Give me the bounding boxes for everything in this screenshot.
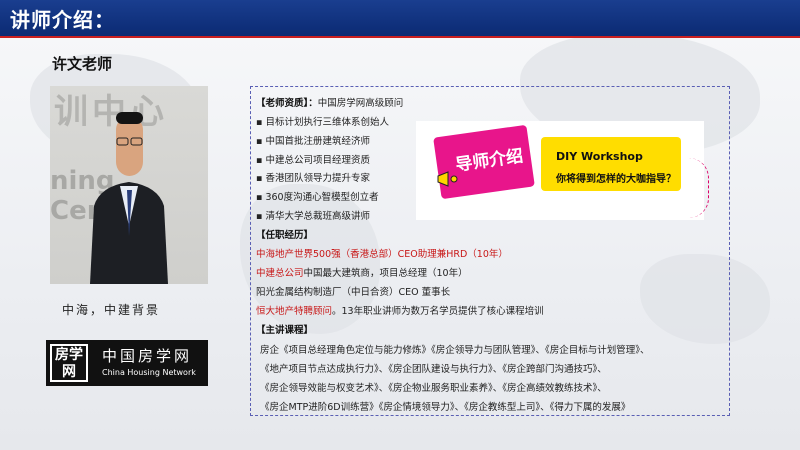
- person-figure: [90, 112, 168, 284]
- logo-chinese-text: 中国房学网: [102, 347, 193, 365]
- list-item: ▪ 香港团队领导力提升专家: [256, 173, 370, 184]
- experience-highlight: 中海地产世界500强（香港总部）CEO助理兼HRD（10年）: [256, 249, 508, 260]
- qualification-item: 中建总公司项目经理资质: [265, 155, 370, 166]
- teacher-caption: 中海，中建背景: [62, 303, 161, 317]
- diy-title: DIY Workshop: [556, 150, 643, 163]
- course-line: 《房企领导效能与权变艺术》、《房企物业服务职业素养》、《房企高绩效教练技术》、: [260, 383, 607, 394]
- qualification-item: 中国首批注册建筑经济师: [265, 136, 370, 147]
- course-line: 《房企MTP进阶6D训练营》《房企情境领导力》、《房企教练型上司》、《得力下属的…: [260, 402, 631, 413]
- list-item: ▪ 目标计划执行三维体系创始人: [256, 117, 389, 128]
- diy-subtitle: 你将得到怎样的大咖指导？: [556, 174, 676, 185]
- qualification-item: 清华大学总裁班高级讲师: [265, 211, 370, 222]
- experience-item: 恒大地产特聘顾问。13年职业讲师为数万名学员提供了核心课程培训: [256, 303, 544, 317]
- teacher-name: 许文老师: [52, 55, 113, 73]
- experience-item: 中海地产世界500强（香港总部）CEO助理兼HRD（10年）: [256, 246, 508, 260]
- experience-text: 。13年职业讲师为数万名学员提供了核心课程培训: [332, 306, 544, 317]
- megaphone-icon: [437, 171, 458, 187]
- experience-text: 阳光金属结构制造厂（中日合资）CEO 董事长: [256, 287, 451, 298]
- logo-mark: 房学网: [50, 344, 88, 382]
- qualifications-heading: 【老师资质】：: [256, 98, 318, 109]
- qualification-item: 香港团队领导力提升专家: [265, 173, 370, 184]
- qualifications-heading-line: 【老师资质】：中国房学网高级顾问: [256, 95, 403, 109]
- qualifications-heading-value: 中国房学网高级顾问: [317, 98, 404, 109]
- experience-heading: 【任职经历】: [256, 230, 314, 241]
- experience-highlight: 中建总公司: [256, 268, 304, 279]
- qualification-item: 目标计划执行三维体系创始人: [265, 117, 389, 128]
- course-line: 房企《项目总经理角色定位与能力修炼》《房企领导力与团队管理》、《房企目标与计划管…: [260, 345, 650, 356]
- list-item: ▪ 清华大学总裁班高级讲师: [256, 211, 370, 222]
- course-line: 《地产项目节点达成执行力》、《房企团队建设与执行力》、《房企跨部门沟通技巧》、: [260, 364, 607, 375]
- slide-title: 讲师介绍：: [10, 8, 115, 32]
- experience-item: 阳光金属结构制造厂（中日合资）CEO 董事长: [256, 284, 450, 298]
- experience-text: 中国最大建筑商，项目总经理（10年）: [303, 268, 468, 279]
- courses-heading: 【主讲课程】: [256, 325, 314, 336]
- list-item: ▪ 中国首批注册建筑经济师: [256, 136, 370, 147]
- list-item: ▪ 中建总公司项目经理资质: [256, 155, 370, 166]
- list-item: ▪ 360度沟通心智模型创立者: [256, 192, 379, 203]
- logo-english-text: China Housing Network: [102, 368, 196, 377]
- china-housing-network-logo: 房学网 中国房学网 China Housing Network: [46, 340, 208, 386]
- qualification-item: 360度沟通心智模型创立者: [265, 192, 379, 203]
- experience-highlight: 恒大地产特聘顾问: [256, 306, 333, 317]
- experience-item: 中建总公司中国最大建筑商，项目总经理（10年）: [256, 265, 468, 279]
- slide-header-bar: 讲师介绍：: [0, 0, 800, 38]
- teacher-photo: 训中心 ning Center: [50, 86, 208, 284]
